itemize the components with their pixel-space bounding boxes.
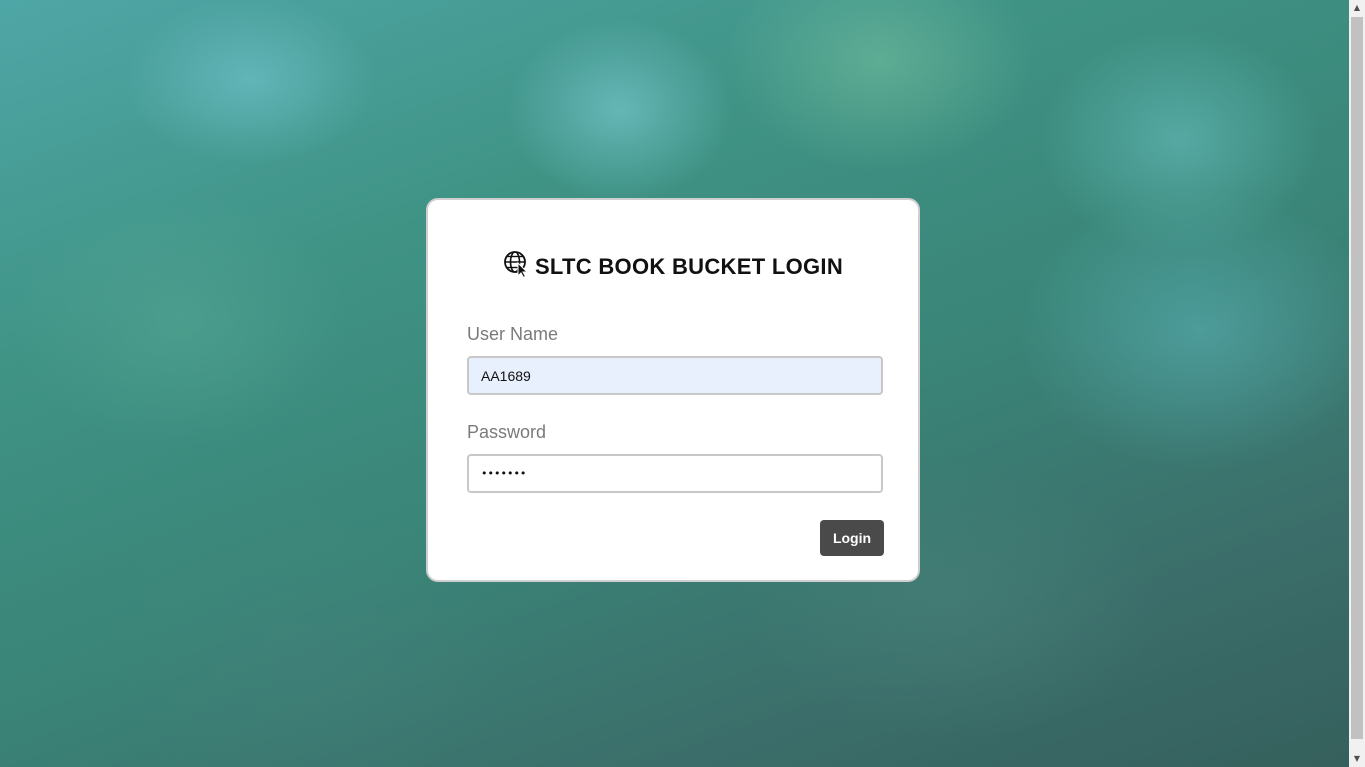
vertical-scrollbar[interactable]: ▲ ▼ (1349, 0, 1365, 767)
scrollbar-thumb[interactable] (1351, 17, 1363, 739)
page-title: SLTC BOOK BUCKET LOGIN (534, 254, 844, 279)
password-input[interactable] (467, 454, 883, 493)
scroll-up-icon[interactable]: ▲ (1349, 0, 1365, 16)
username-input[interactable] (467, 356, 883, 395)
globe-cursor-icon (503, 250, 531, 279)
login-card: SLTC BOOK BUCKET LOGIN User Name Passwor… (426, 198, 920, 582)
login-page: SLTC BOOK BUCKET LOGIN User Name Passwor… (0, 0, 1365, 767)
login-header: SLTC BOOK BUCKET LOGIN (428, 250, 918, 280)
password-label: Password (467, 422, 547, 442)
username-label: User Name (467, 324, 559, 344)
scroll-down-icon[interactable]: ▼ (1349, 751, 1365, 767)
login-button[interactable]: Login (820, 520, 884, 556)
